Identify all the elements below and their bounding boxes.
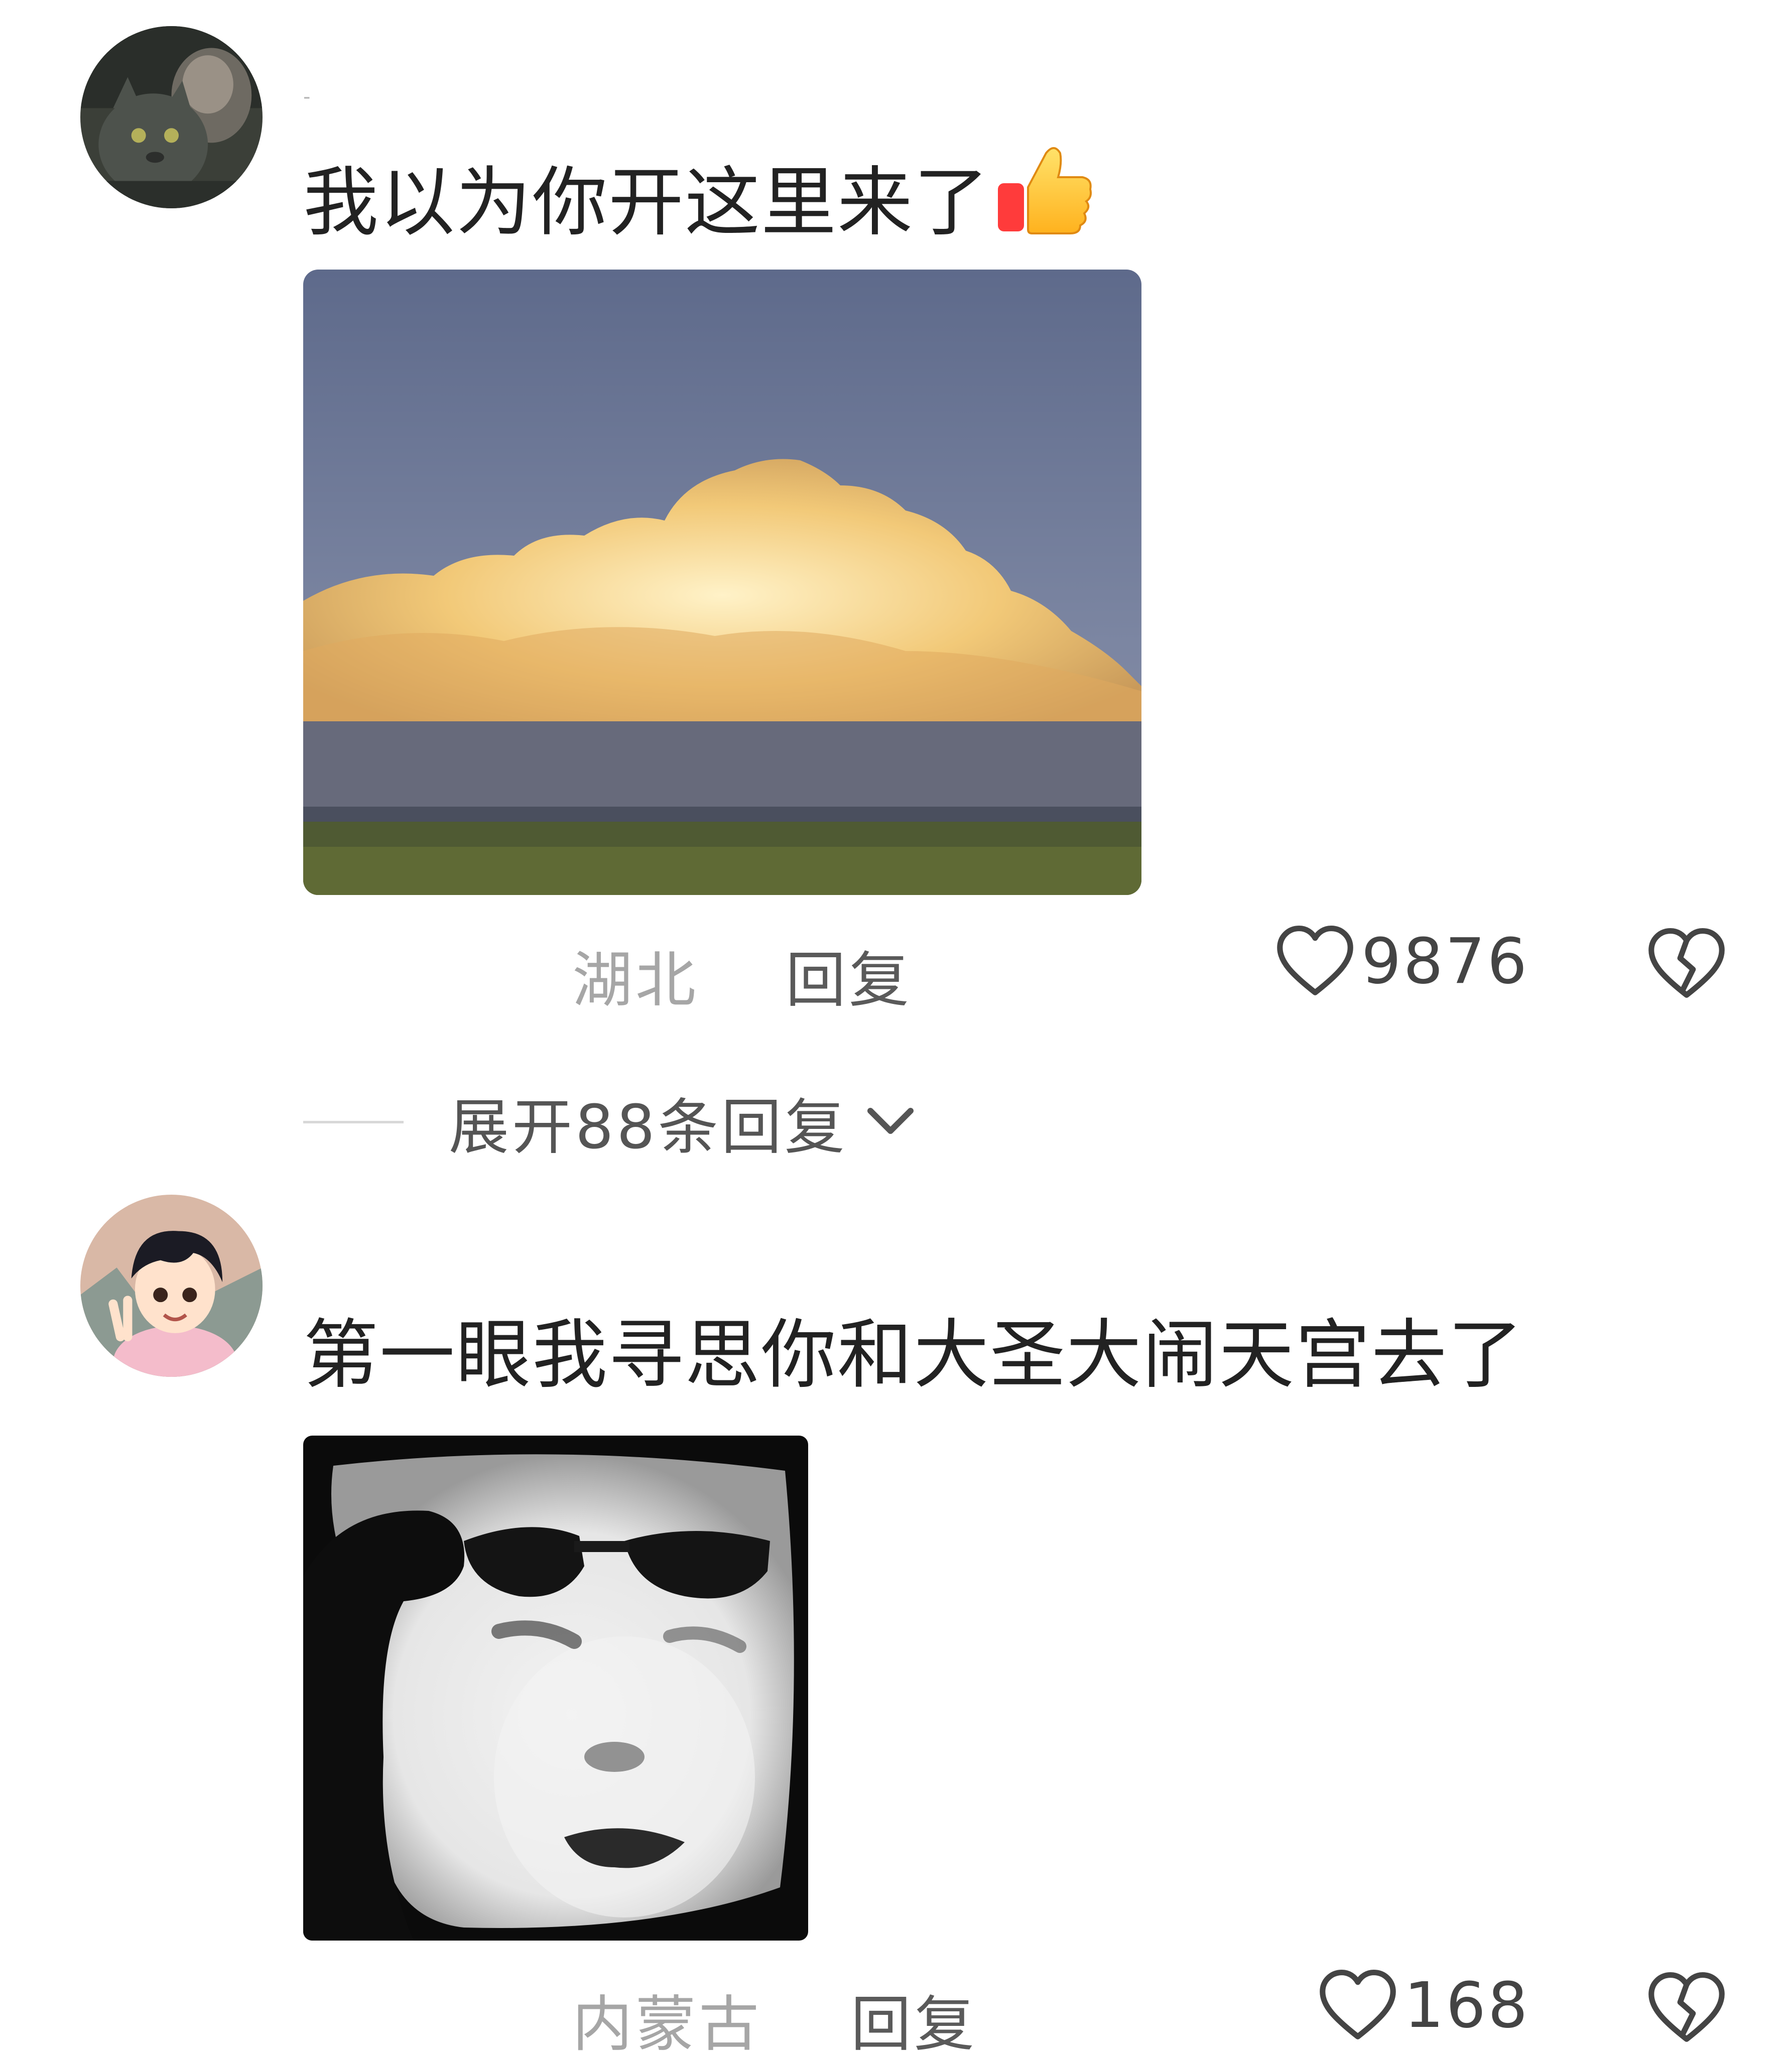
- comment-text-content: 我以为你开这里来了: [303, 159, 990, 246]
- divider: [303, 1120, 404, 1123]
- heart-outline-icon: [1320, 1969, 1396, 2039]
- attached-image[interactable]: [303, 1436, 808, 1941]
- like-count: 9876: [1361, 925, 1529, 998]
- thumbs-up-emoji: [994, 143, 1094, 238]
- avatar[interactable]: [80, 26, 263, 208]
- comment-item: 第一眼我寻思你和大圣大闹天宫去了 内蒙古 回复 168: [0, 1195, 1792, 2051]
- comment-list: - 我以为你开这里来了 湖北 回复 9876 展开88条回复 第一眼我寻思你和大…: [0, 0, 1792, 2051]
- like-button[interactable]: 9876: [1275, 924, 1529, 999]
- comment-location: 湖北: [572, 946, 699, 1015]
- reply-button[interactable]: 回复: [851, 1975, 977, 2051]
- expand-replies-button[interactable]: 展开88条回复: [303, 1078, 918, 1166]
- broken-heart-icon[interactable]: [1646, 1970, 1727, 2045]
- comment-text: 第一眼我寻思你和大圣大闹天宫去了: [303, 1312, 1524, 1399]
- like-button[interactable]: 168: [1318, 1968, 1530, 2043]
- like-count: 168: [1404, 1969, 1530, 2042]
- username[interactable]: -: [303, 85, 310, 108]
- comment-location: 内蒙古: [572, 1990, 762, 2051]
- broken-heart-icon[interactable]: [1646, 926, 1727, 1001]
- anime-boy-avatar-image: [80, 1195, 263, 1377]
- avatar[interactable]: [80, 1195, 263, 1377]
- cat-avatar-image: [80, 26, 263, 208]
- heart-outline-icon: [1277, 925, 1353, 995]
- attached-image[interactable]: [303, 270, 1141, 895]
- comment-text: 我以为你开这里来了: [303, 143, 1094, 245]
- expand-replies-label: 展开88条回复: [449, 1093, 848, 1163]
- comment-item: - 我以为你开这里来了 湖北 回复 9876 展开88条回复: [0, 0, 1792, 1195]
- reply-button[interactable]: 回复: [786, 931, 912, 1018]
- chevron-down-icon: [867, 1108, 914, 1134]
